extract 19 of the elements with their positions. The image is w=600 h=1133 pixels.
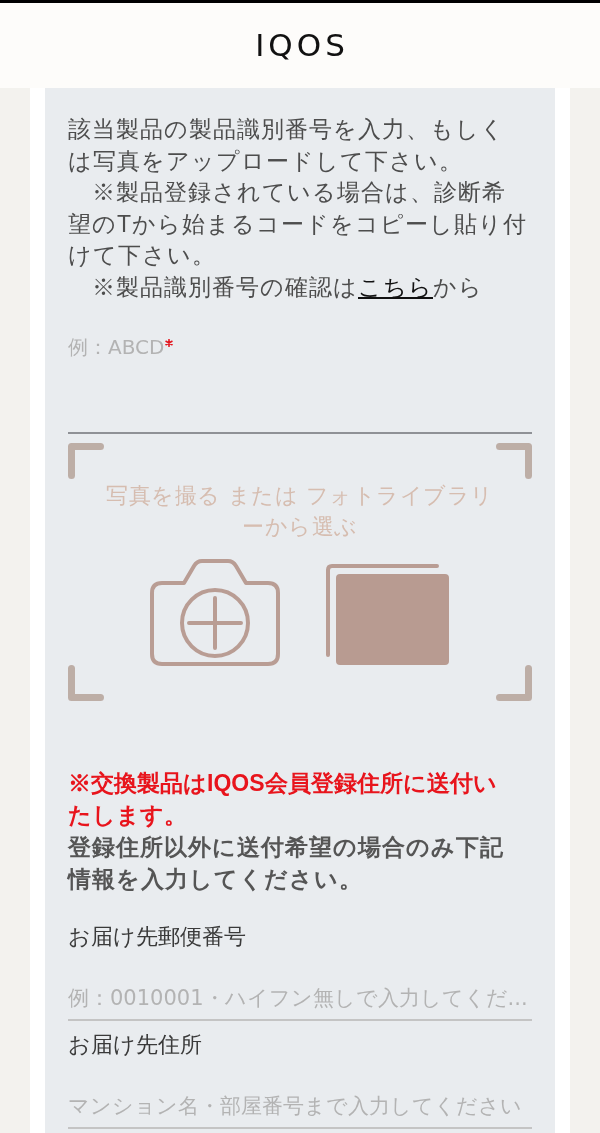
product-code-field[interactable]: 例：ABCD	[68, 330, 532, 434]
input-field[interactable]: 例：0010001・ハイフン無しで入力してくだ...	[68, 976, 532, 1021]
help-link[interactable]: こちら	[358, 273, 433, 300]
corner-bracket-icon	[68, 665, 104, 701]
instruction-text: ※製品登録されている場合は、診断希望のTから始まるコードをコピーし貼り付けて下さい。	[68, 178, 528, 270]
camera-plus-icon[interactable]	[150, 559, 280, 666]
field-label: お届け先住所	[68, 1031, 203, 1059]
field-label: お届け先郵便番号	[68, 923, 247, 951]
input-field[interactable]: マンション名・部屋番号まで入力してください	[68, 1084, 532, 1129]
corner-bracket-icon	[68, 443, 104, 479]
instruction-text: ※製品識別番号の確認は こちら から	[91, 272, 484, 302]
upload-prompt-text: 写真を撮る または フォトライブラリーから選ぶ	[105, 482, 495, 541]
note-text: 登録住所以外に送付希望の場合のみ下記情報を入力してください。	[68, 833, 505, 894]
stacked-squares-icon[interactable]	[325, 563, 450, 666]
corner-bracket-icon	[496, 665, 532, 701]
instruction-text: 該当製品の製品識別番号を入力、もしくは写真をアップロードして下さい。	[68, 115, 506, 176]
corner-bracket-icon	[496, 443, 532, 479]
brand-logo[interactable]: IQOS	[251, 30, 349, 61]
warning-text: ※交換製品はIQOS会員登録住所に送付いたします。	[68, 769, 498, 830]
